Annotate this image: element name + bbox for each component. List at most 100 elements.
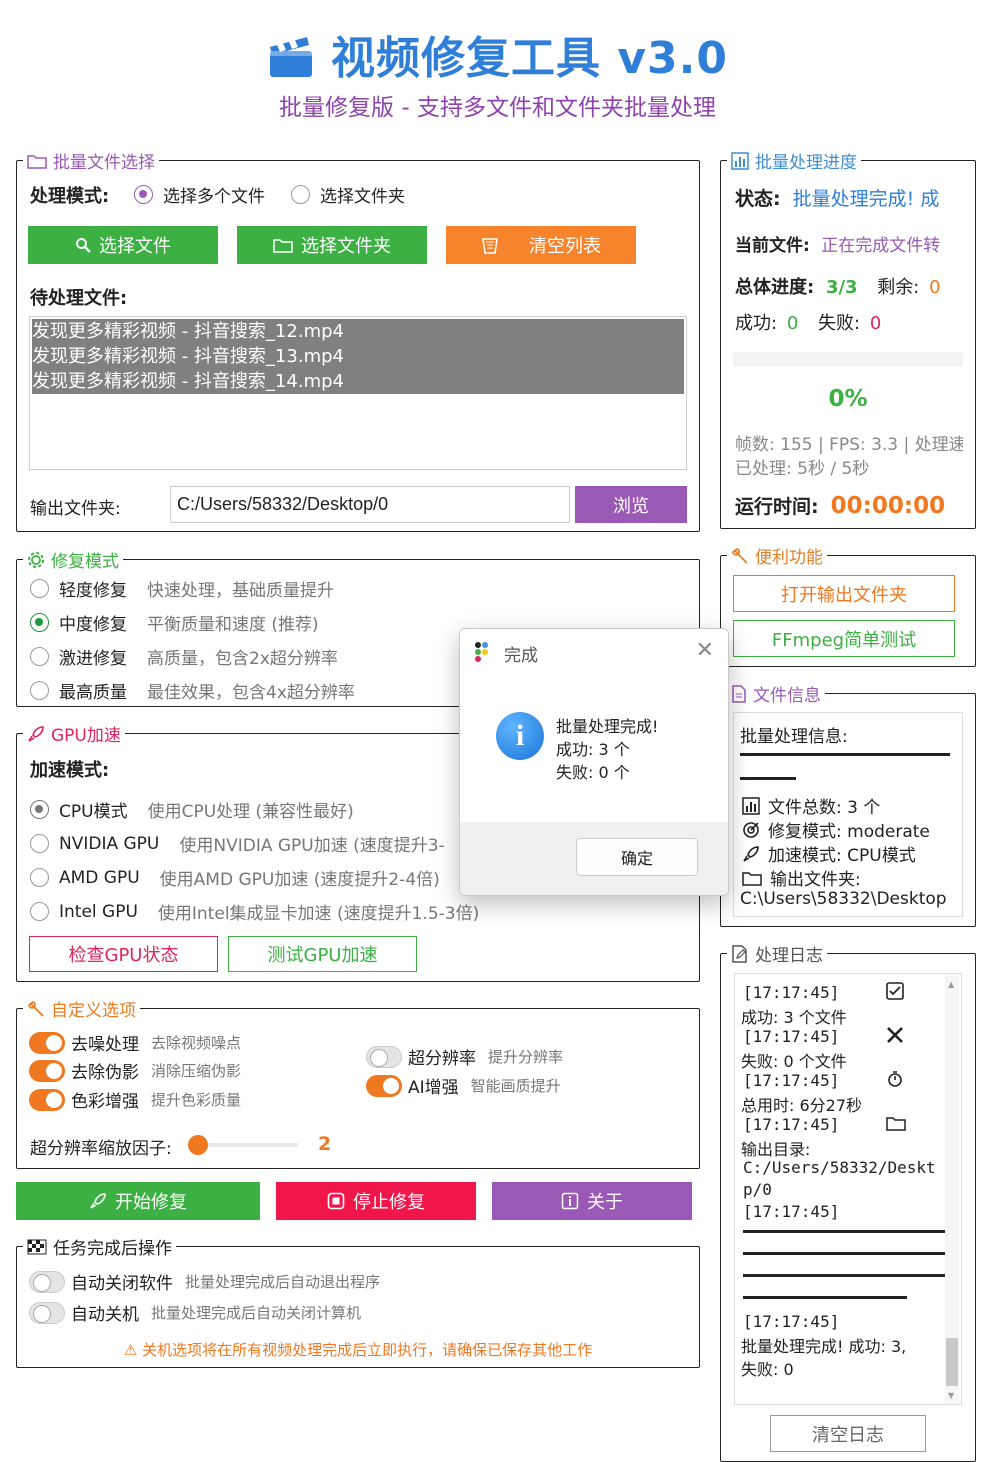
- toggle-desc: 提升分辨率: [488, 1048, 564, 1066]
- list-item[interactable]: 发现更多精彩视频 - 抖音搜索_14.mp4: [32, 369, 684, 394]
- test-gpu-button[interactable]: 测试GPU加速: [228, 936, 417, 972]
- toggle-switch[interactable]: [29, 1059, 65, 1082]
- scroll-down-arrow[interactable]: ▼: [948, 1391, 954, 1400]
- log-outdir-label: 输出目录:: [741, 1140, 811, 1159]
- accel-mode-label: 加速模式:: [30, 760, 110, 781]
- gpu-option-intel[interactable]: Intel GPU 使用Intel集成显卡加速 (速度提升1.5-3倍): [30, 899, 479, 924]
- scroll-up-arrow[interactable]: ▲: [948, 980, 954, 989]
- clear-list-label: 清空列表: [529, 236, 601, 257]
- close-icon[interactable]: ✕: [696, 638, 714, 663]
- radio-indicator: [30, 868, 49, 887]
- success-value: 0: [786, 313, 799, 334]
- log-timestamp: [17:17:45]: [743, 1115, 840, 1134]
- clear-list-button[interactable]: 清空列表: [446, 226, 636, 264]
- log-elapsed: 总用时: 6分27秒: [741, 1096, 863, 1115]
- log-timestamp: [17:17:45]: [743, 983, 840, 1002]
- select-folder-button[interactable]: 选择文件夹: [237, 226, 427, 264]
- toggle-desc: 提升色彩质量: [151, 1091, 242, 1109]
- toggle-auto-close[interactable]: 自动关闭软件 批量处理完成后自动退出程序: [29, 1269, 380, 1294]
- toggle-color[interactable]: 色彩增强 提升色彩质量: [29, 1087, 241, 1112]
- file-info-total: 文件总数: 3 个: [742, 793, 880, 818]
- document-icon: [732, 684, 746, 703]
- about-button[interactable]: 关于: [492, 1182, 692, 1220]
- repair-option-moderate[interactable]: 中度修复 平衡质量和速度 (推荐): [30, 610, 319, 635]
- dialog-line: 失败: 0 个: [556, 763, 630, 782]
- toggle-superres[interactable]: 超分辨率 提升分辨率: [366, 1044, 563, 1069]
- gpu-option-label: CPU模式: [59, 802, 128, 822]
- rocket-icon: [28, 725, 44, 742]
- convenience-legend: 便利功能: [727, 543, 827, 568]
- mode-label: 处理模式:: [30, 186, 110, 207]
- toggle-switch[interactable]: [29, 1088, 65, 1111]
- stop-repair-button[interactable]: 停止修复: [276, 1182, 476, 1220]
- output-folder-input[interactable]: [170, 486, 570, 523]
- toggle-denoise[interactable]: 去噪处理 去除视频噪点: [29, 1030, 241, 1055]
- gpu-option-desc: 使用CPU处理 (兼容性最好): [147, 802, 354, 822]
- mode-radio-folder-label: 选择文件夹: [320, 187, 405, 207]
- repair-option-aggressive[interactable]: 激进修复 高质量，包含2x超分辨率: [30, 644, 338, 669]
- list-item[interactable]: 发现更多精彩视频 - 抖音搜索_12.mp4: [32, 319, 684, 344]
- file-list[interactable]: 发现更多精彩视频 - 抖音搜索_12.mp4 发现更多精彩视频 - 抖音搜索_1…: [29, 316, 687, 470]
- stop-repair-label: 停止修复: [353, 1192, 425, 1213]
- check-gpu-button[interactable]: 检查GPU状态: [29, 936, 218, 972]
- toggle-deartifact[interactable]: 去除伪影 消除压缩伪影: [29, 1058, 241, 1083]
- repair-option-max[interactable]: 最高质量 最佳效果，包含4x超分辨率: [30, 678, 355, 703]
- toggle-switch[interactable]: [29, 1031, 65, 1054]
- open-output-folder-button[interactable]: 打开输出文件夹: [733, 575, 955, 612]
- current-file-value: 正在完成文件转: [821, 236, 941, 256]
- runtime-value: 00:00:00: [830, 493, 946, 519]
- list-item[interactable]: 发现更多精彩视频 - 抖音搜索_13.mp4: [32, 344, 684, 369]
- repair-option-desc: 高质量，包含2x超分辨率: [147, 649, 338, 669]
- toggle-label: 去噪处理: [71, 1035, 139, 1055]
- remaining-value: 0: [929, 277, 941, 298]
- file-select-legend: 批量文件选择: [23, 148, 159, 173]
- file-info-output-path: C:\Users\58332\Desktop: [740, 889, 947, 909]
- remaining-label: 剩余:: [877, 277, 920, 298]
- ok-button[interactable]: 确定: [576, 838, 698, 876]
- select-files-label: 选择文件: [99, 236, 171, 257]
- log-success: 成功: 3 个文件: [741, 1008, 847, 1027]
- gpu-option-cpu[interactable]: CPU模式 使用CPU处理 (兼容性最好): [30, 797, 354, 822]
- clapperboard-icon: [267, 33, 315, 90]
- total-progress-label: 总体进度:: [735, 277, 815, 298]
- scale-value: 2: [318, 1133, 332, 1155]
- gpu-option-label: Intel GPU: [59, 901, 138, 922]
- select-files-button[interactable]: 选择文件: [28, 226, 218, 264]
- toggle-desc: 消除压缩伪影: [151, 1062, 242, 1080]
- after-task-legend: 任务完成后操作: [23, 1234, 176, 1259]
- repair-mode-legend-text: 修复模式: [51, 552, 119, 572]
- mode-radio-files[interactable]: 选择多个文件: [134, 182, 265, 207]
- clear-log-button[interactable]: 清空日志: [770, 1415, 926, 1452]
- gpu-option-nvidia[interactable]: NVIDIA GPU 使用NVIDIA GPU加速 (速度提升3-: [30, 831, 445, 856]
- app-title: 视频修复工具 v3.0: [0, 22, 995, 90]
- repair-option-label: 激进修复: [59, 649, 127, 669]
- mode-radio-folder[interactable]: 选择文件夹: [291, 182, 405, 207]
- warning-icon: ⚠: [123, 1341, 138, 1359]
- toggle-auto-shutdown[interactable]: 自动关机 批量处理完成后自动关闭计算机: [29, 1300, 361, 1325]
- scale-slider-handle[interactable]: [188, 1135, 208, 1155]
- app-title-text: 视频修复工具 v3.0: [331, 33, 728, 84]
- browse-button[interactable]: 浏览: [575, 486, 687, 523]
- repair-mode-legend: 修复模式: [23, 547, 123, 572]
- log-scrollbar[interactable]: ▲ ▼: [945, 974, 959, 1404]
- log-panel[interactable]: [17:17:45] 成功: 3 个文件 [17:17:45] 失败: 0 个文…: [734, 973, 962, 1405]
- scroll-thumb[interactable]: [946, 1338, 958, 1386]
- toggle-switch[interactable]: [366, 1045, 402, 1068]
- divider: [743, 1274, 945, 1277]
- ffmpeg-test-button[interactable]: FFmpeg简单测试: [733, 620, 955, 657]
- toggle-switch[interactable]: [366, 1074, 402, 1097]
- status-label: 状态:: [735, 188, 781, 210]
- start-repair-label: 开始修复: [115, 1192, 187, 1213]
- toggle-switch[interactable]: [29, 1301, 65, 1324]
- repair-option-desc: 最佳效果，包含4x超分辨率: [147, 683, 355, 703]
- gpu-option-label: AMD GPU: [59, 867, 140, 888]
- gpu-option-amd[interactable]: AMD GPU 使用AMD GPU加速 (速度提升2-4倍): [30, 865, 440, 890]
- current-file-row: 当前文件: 正在完成文件转: [735, 231, 963, 256]
- toggle-ai[interactable]: AI增强 智能画质提升: [366, 1073, 561, 1098]
- file-info-accel: 加速模式: CPU模式: [742, 841, 916, 866]
- repair-option-light[interactable]: 轻度修复 快速处理，基础质量提升: [30, 576, 334, 601]
- toggle-switch[interactable]: [29, 1270, 65, 1293]
- current-file-label: 当前文件:: [735, 236, 810, 256]
- start-repair-button[interactable]: 开始修复: [16, 1182, 260, 1220]
- bar-chart-icon: [731, 151, 749, 170]
